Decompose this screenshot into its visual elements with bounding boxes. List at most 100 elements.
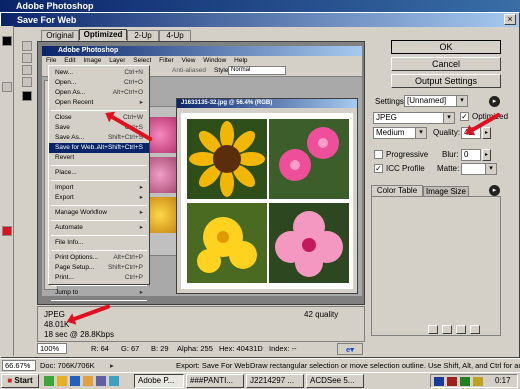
settings-select[interactable]: [Unnamed] — [404, 95, 468, 107]
quickmask-icon[interactable] — [2, 226, 12, 236]
tab-color-table[interactable]: Color Table — [371, 185, 423, 196]
menu-separator — [51, 180, 147, 181]
icc-profile-checkbox[interactable]: ✓ — [374, 164, 383, 173]
inner-photoshop-window: Adobe Photoshop File Edit Image Layer Se… — [42, 46, 362, 301]
outlook-icon[interactable] — [83, 376, 93, 386]
foreground-color-swatch[interactable] — [2, 36, 12, 46]
tray-icon-4[interactable] — [473, 377, 483, 386]
start-button[interactable]: ■ Start — [1, 374, 39, 388]
settings-menu-arrow-icon[interactable]: ▸ — [489, 96, 500, 107]
info-download-time: 18 sec @ 28.8Kbps — [44, 330, 114, 339]
taskbar-item-photoshop[interactable]: Adobe P... — [134, 374, 184, 388]
color-table-menu-arrow-icon[interactable]: ▸ — [489, 185, 500, 196]
taskbar-item-panti[interactable]: ###PANTI... — [186, 374, 244, 388]
dialog-close-button[interactable]: × — [504, 14, 516, 25]
quality-slider-arrow-icon[interactable]: ▸ — [482, 127, 491, 139]
zoom-tool-icon[interactable] — [22, 65, 32, 75]
matte-label: Matte: — [437, 164, 460, 173]
file-menu-item[interactable]: Open Recent ▸ — [49, 98, 149, 108]
ps-statusbar-arrow-icon[interactable]: ▸ — [110, 359, 114, 372]
file-menu-item[interactable]: Print Options... Alt+Ctrl+P — [49, 253, 149, 263]
file-menu-item[interactable]: Import ▸ — [49, 183, 149, 193]
file-menu-item[interactable]: Print... Ctrl+P — [49, 273, 149, 283]
color-table-lock-icon[interactable] — [442, 325, 452, 334]
menu-window[interactable]: Window — [203, 57, 226, 64]
file-menu-item-label: Exit — [55, 304, 66, 305]
blur-label: Blur: — [442, 150, 459, 159]
ok-button[interactable]: OK — [391, 40, 501, 54]
output-settings-button[interactable]: Output Settings — [391, 74, 501, 88]
tray-icon-2[interactable] — [447, 377, 457, 386]
format-select[interactable]: JPEG — [373, 112, 455, 124]
quality-preset-select[interactable]: Medium — [373, 127, 427, 139]
file-menu-item[interactable]: Save for Web... Alt+Shift+Ctrl+S — [49, 143, 149, 153]
matte-select[interactable] — [461, 163, 497, 175]
menu-filter[interactable]: Filter — [159, 57, 173, 64]
style-select[interactable]: Normal — [228, 66, 286, 75]
tab-original[interactable]: Original — [41, 30, 79, 41]
photo-hibiscus — [269, 203, 349, 283]
file-menu-item[interactable]: Automate ▸ — [49, 223, 149, 233]
menu-select[interactable]: Select — [133, 57, 151, 64]
file-menu-item[interactable]: Manage Workflow ▸ — [49, 208, 149, 218]
photo-sunflower — [187, 119, 267, 199]
system-tray: 0:17 — [430, 374, 518, 388]
file-menu-item[interactable]: Page Setup... Shift+Ctrl+P — [49, 263, 149, 273]
eyedropper-color-swatch[interactable] — [22, 91, 32, 101]
menu-layer[interactable]: Layer — [109, 57, 125, 64]
file-menu-item[interactable]: Open... Ctrl+O — [49, 78, 149, 88]
menu-edit[interactable]: Edit — [64, 57, 75, 64]
hand-tool-icon[interactable] — [22, 41, 32, 51]
file-menu-item-label: Print... — [55, 274, 74, 281]
folder-icon[interactable] — [57, 376, 67, 386]
tab-optimized[interactable]: Optimized — [79, 29, 127, 40]
color-table-snap-icon[interactable] — [428, 325, 438, 334]
tab-2-up[interactable]: 2-Up — [127, 30, 159, 41]
tab-4-up[interactable]: 4-Up — [159, 30, 191, 41]
image-window-title: J1633135-32.jpg @ 56.4% (RGB) — [181, 100, 273, 106]
file-menu-item[interactable]: Export ▸ — [49, 193, 149, 203]
media-icon[interactable] — [96, 376, 106, 386]
desktop-icon[interactable] — [44, 376, 54, 386]
file-menu-item-label: Open As... — [55, 89, 86, 96]
menu-image[interactable]: Image — [83, 57, 101, 64]
file-menu-item[interactable]: File Info... — [49, 238, 149, 248]
blur-slider-arrow-icon[interactable]: ▸ — [482, 149, 491, 161]
menu-view[interactable]: View — [181, 57, 195, 64]
file-menu-item[interactable]: Close Ctrl+W — [49, 113, 149, 123]
file-menu-item[interactable]: New... Ctrl+N — [49, 68, 149, 78]
progressive-checkbox[interactable] — [374, 150, 383, 159]
blur-input[interactable]: 0 — [461, 149, 481, 161]
file-menu-item[interactable]: Open As... Alt+Ctrl+O — [49, 88, 149, 98]
color-table-new-icon[interactable] — [456, 325, 466, 334]
ps-zoom-field[interactable]: 66.67% — [2, 360, 36, 371]
color-table-delete-icon[interactable] — [470, 325, 480, 334]
photoshop-toolbox — [0, 26, 14, 356]
menu-help[interactable]: Help — [234, 57, 247, 64]
eyedropper-tool-icon[interactable] — [22, 77, 32, 87]
file-menu-item[interactable]: Revert — [49, 153, 149, 163]
text-tool-icon[interactable] — [2, 82, 12, 92]
tray-icon-3[interactable] — [460, 377, 470, 386]
optimized-preview[interactable]: Adobe Photoshop File Edit Image Layer Se… — [37, 41, 365, 305]
image-window-titlebar: J1633135-32.jpg @ 56.4% (RGB) — [177, 99, 357, 108]
ie-icon[interactable] — [70, 376, 80, 386]
taskbar-clock: 0:17 — [495, 376, 511, 385]
file-menu-item[interactable]: Exit Ctrl+Q — [49, 303, 149, 305]
file-menu-item[interactable]: Save As... Shift+Ctrl+S — [49, 133, 149, 143]
tray-icon-1[interactable] — [434, 377, 444, 386]
inner-menubar: File Edit Image Layer Select Filter View… — [42, 56, 362, 65]
menu-file[interactable]: File — [46, 57, 56, 64]
app-icon[interactable] — [109, 376, 119, 386]
taskbar-item-j2214297[interactable]: J2214297 ... — [246, 374, 304, 388]
optimized-checkbox[interactable]: ✓ — [460, 112, 469, 121]
cancel-button[interactable]: Cancel — [391, 57, 501, 71]
taskbar-item-acdsee[interactable]: ACDSee 5... — [306, 374, 364, 388]
browser-preview-icon[interactable]: e▾ — [337, 343, 363, 355]
slice-select-tool-icon[interactable] — [22, 53, 32, 63]
ps-hint-text: Draw rectangular selection or move selec… — [250, 361, 520, 370]
file-menu-item[interactable]: Jump to ▸ — [49, 288, 149, 298]
close-icon: × — [507, 14, 513, 24]
file-menu-item[interactable]: Place... — [49, 168, 149, 178]
zoom-select[interactable]: 100% — [37, 343, 67, 354]
